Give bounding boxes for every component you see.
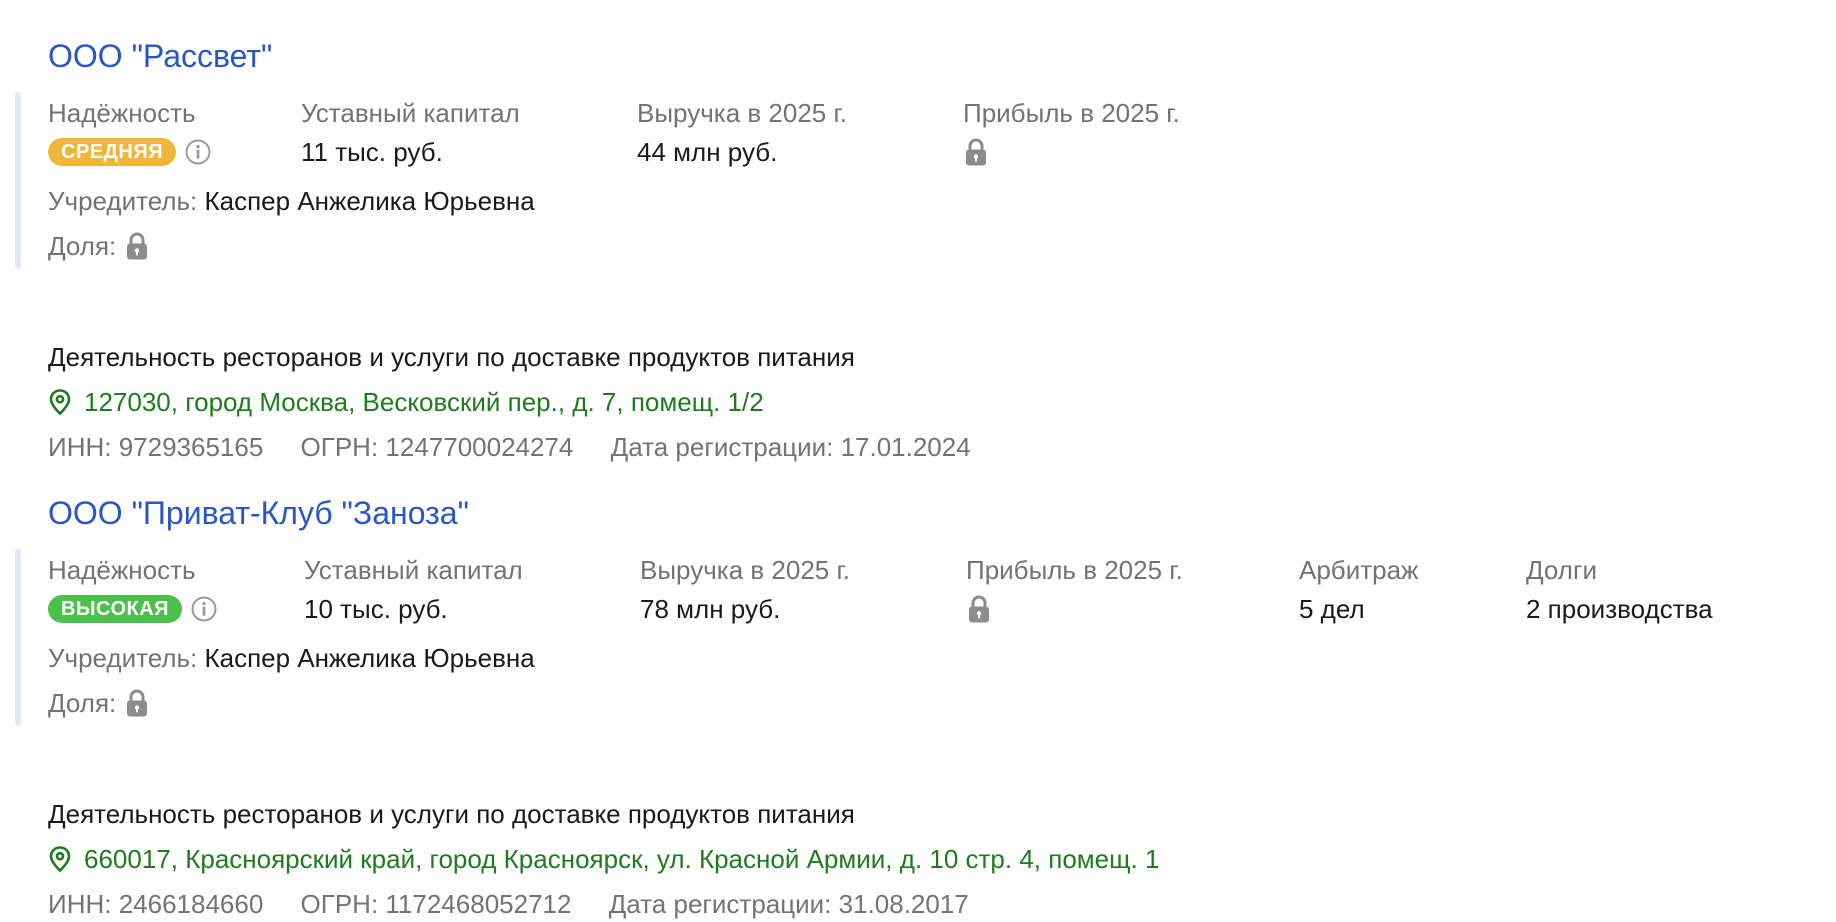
arbitration-cases-link[interactable]: 5 дел (1299, 592, 1418, 626)
debts-link[interactable]: 2 производства (1526, 592, 1713, 626)
lock-icon[interactable] (963, 135, 989, 169)
metric-value: 10 тыс. руб. (304, 594, 448, 624)
registration-date-text: Дата регистрации: 31.08.2017 (608, 889, 969, 919)
reliability-row: СРЕДНЯЯ (48, 135, 212, 169)
address-link[interactable]: 660017, Красноярский край, город Красноя… (48, 842, 1159, 876)
metric-capital: Уставный капитал 10 тыс. руб. (304, 553, 523, 626)
info-icon[interactable] (184, 138, 212, 166)
address-text: 660017, Красноярский край, город Красноя… (84, 844, 1160, 874)
metric-label: Надёжность (48, 555, 196, 585)
activity-text: Деятельность ресторанов и услуги по дост… (48, 342, 855, 372)
metric-value: 11 тыс. руб. (301, 137, 443, 167)
address-link[interactable]: 127030, город Москва, Весковский пер., д… (48, 385, 764, 419)
metric-label: Выручка в 2025 г. (637, 98, 848, 128)
metric-label: Прибыль в 2025 г. (963, 98, 1180, 128)
info-icon[interactable] (190, 595, 218, 623)
metric-revenue: Выручка в 2025 г. 78 млн руб. (640, 553, 850, 626)
founder-line: Учредитель: Каспер Анжелика Юрьевна (48, 641, 535, 675)
reliability-badge: ВЫСОКАЯ (48, 595, 183, 623)
address-text: 127030, город Москва, Весковский пер., д… (84, 387, 764, 417)
lock-icon[interactable] (124, 231, 150, 261)
metric-capital: Уставный капитал 11 тыс. руб. (301, 96, 520, 169)
metric-label: Уставный капитал (301, 98, 520, 128)
share-line: Доля: (48, 686, 150, 720)
founder-label: Учредитель: (48, 186, 198, 216)
metric-label: Выручка в 2025 г. (640, 555, 851, 585)
location-pin-icon (48, 388, 72, 416)
metric-value: 78 млн руб. (640, 594, 781, 624)
share-label: Доля: (48, 688, 117, 718)
founder-label: Учредитель: (48, 643, 198, 673)
location-pin-icon (48, 845, 72, 873)
metric-reliability: Надёжность ВЫСОКАЯ (48, 553, 218, 626)
metric-profit: Прибыль в 2025 г. (966, 553, 1183, 629)
founder-name-link[interactable]: Каспер Анжелика Юрьевна (205, 186, 535, 216)
metric-label: Арбитраж (1299, 555, 1419, 585)
metric-label: Надёжность (48, 98, 196, 128)
metric-profit: Прибыль в 2025 г. (963, 96, 1180, 172)
inn-text: ИНН: 2466184660 (48, 889, 264, 919)
reliability-badge: СРЕДНЯЯ (48, 138, 177, 166)
metric-label: Прибыль в 2025 г. (966, 555, 1183, 585)
inn-text: ИНН: 9729365165 (48, 432, 264, 462)
share-label: Доля: (48, 231, 117, 261)
metric-value: 44 млн руб. (637, 137, 778, 167)
founder-name-link[interactable]: Каспер Анжелика Юрьевна (205, 643, 535, 673)
company-name-link[interactable]: ООО "Приват-Клуб "Заноза" (48, 495, 469, 532)
company-name-link[interactable]: ООО "Рассвет" (48, 38, 272, 75)
company-identifiers: ИНН: 9729365165 ОГРН: 1247700024274 Дата… (48, 430, 1001, 464)
company-identifiers: ИНН: 2466184660 ОГРН: 1172468052712 Дата… (48, 887, 999, 921)
lock-icon[interactable] (966, 592, 992, 626)
ogrn-text: ОГРН: 1172468052712 (300, 889, 572, 919)
metric-arbitration: Арбитраж 5 дел (1299, 553, 1418, 626)
share-line: Доля: (48, 229, 150, 263)
registration-date-text: Дата регистрации: 17.01.2024 (610, 432, 971, 462)
metric-label: Уставный капитал (304, 555, 523, 585)
ogrn-text: ОГРН: 1247700024274 (300, 432, 574, 462)
founder-line: Учредитель: Каспер Анжелика Юрьевна (48, 184, 535, 218)
reliability-row: ВЫСОКАЯ (48, 592, 218, 626)
activity-text: Деятельность ресторанов и услуги по дост… (48, 799, 855, 829)
metric-reliability: Надёжность СРЕДНЯЯ (48, 96, 212, 169)
metric-debts: Долги 2 производства (1526, 553, 1713, 626)
card-accent-rail (15, 92, 21, 269)
metric-revenue: Выручка в 2025 г. 44 млн руб. (637, 96, 847, 169)
metric-label: Долги (1526, 555, 1597, 585)
lock-icon[interactable] (124, 688, 150, 718)
card-accent-rail (15, 549, 21, 726)
